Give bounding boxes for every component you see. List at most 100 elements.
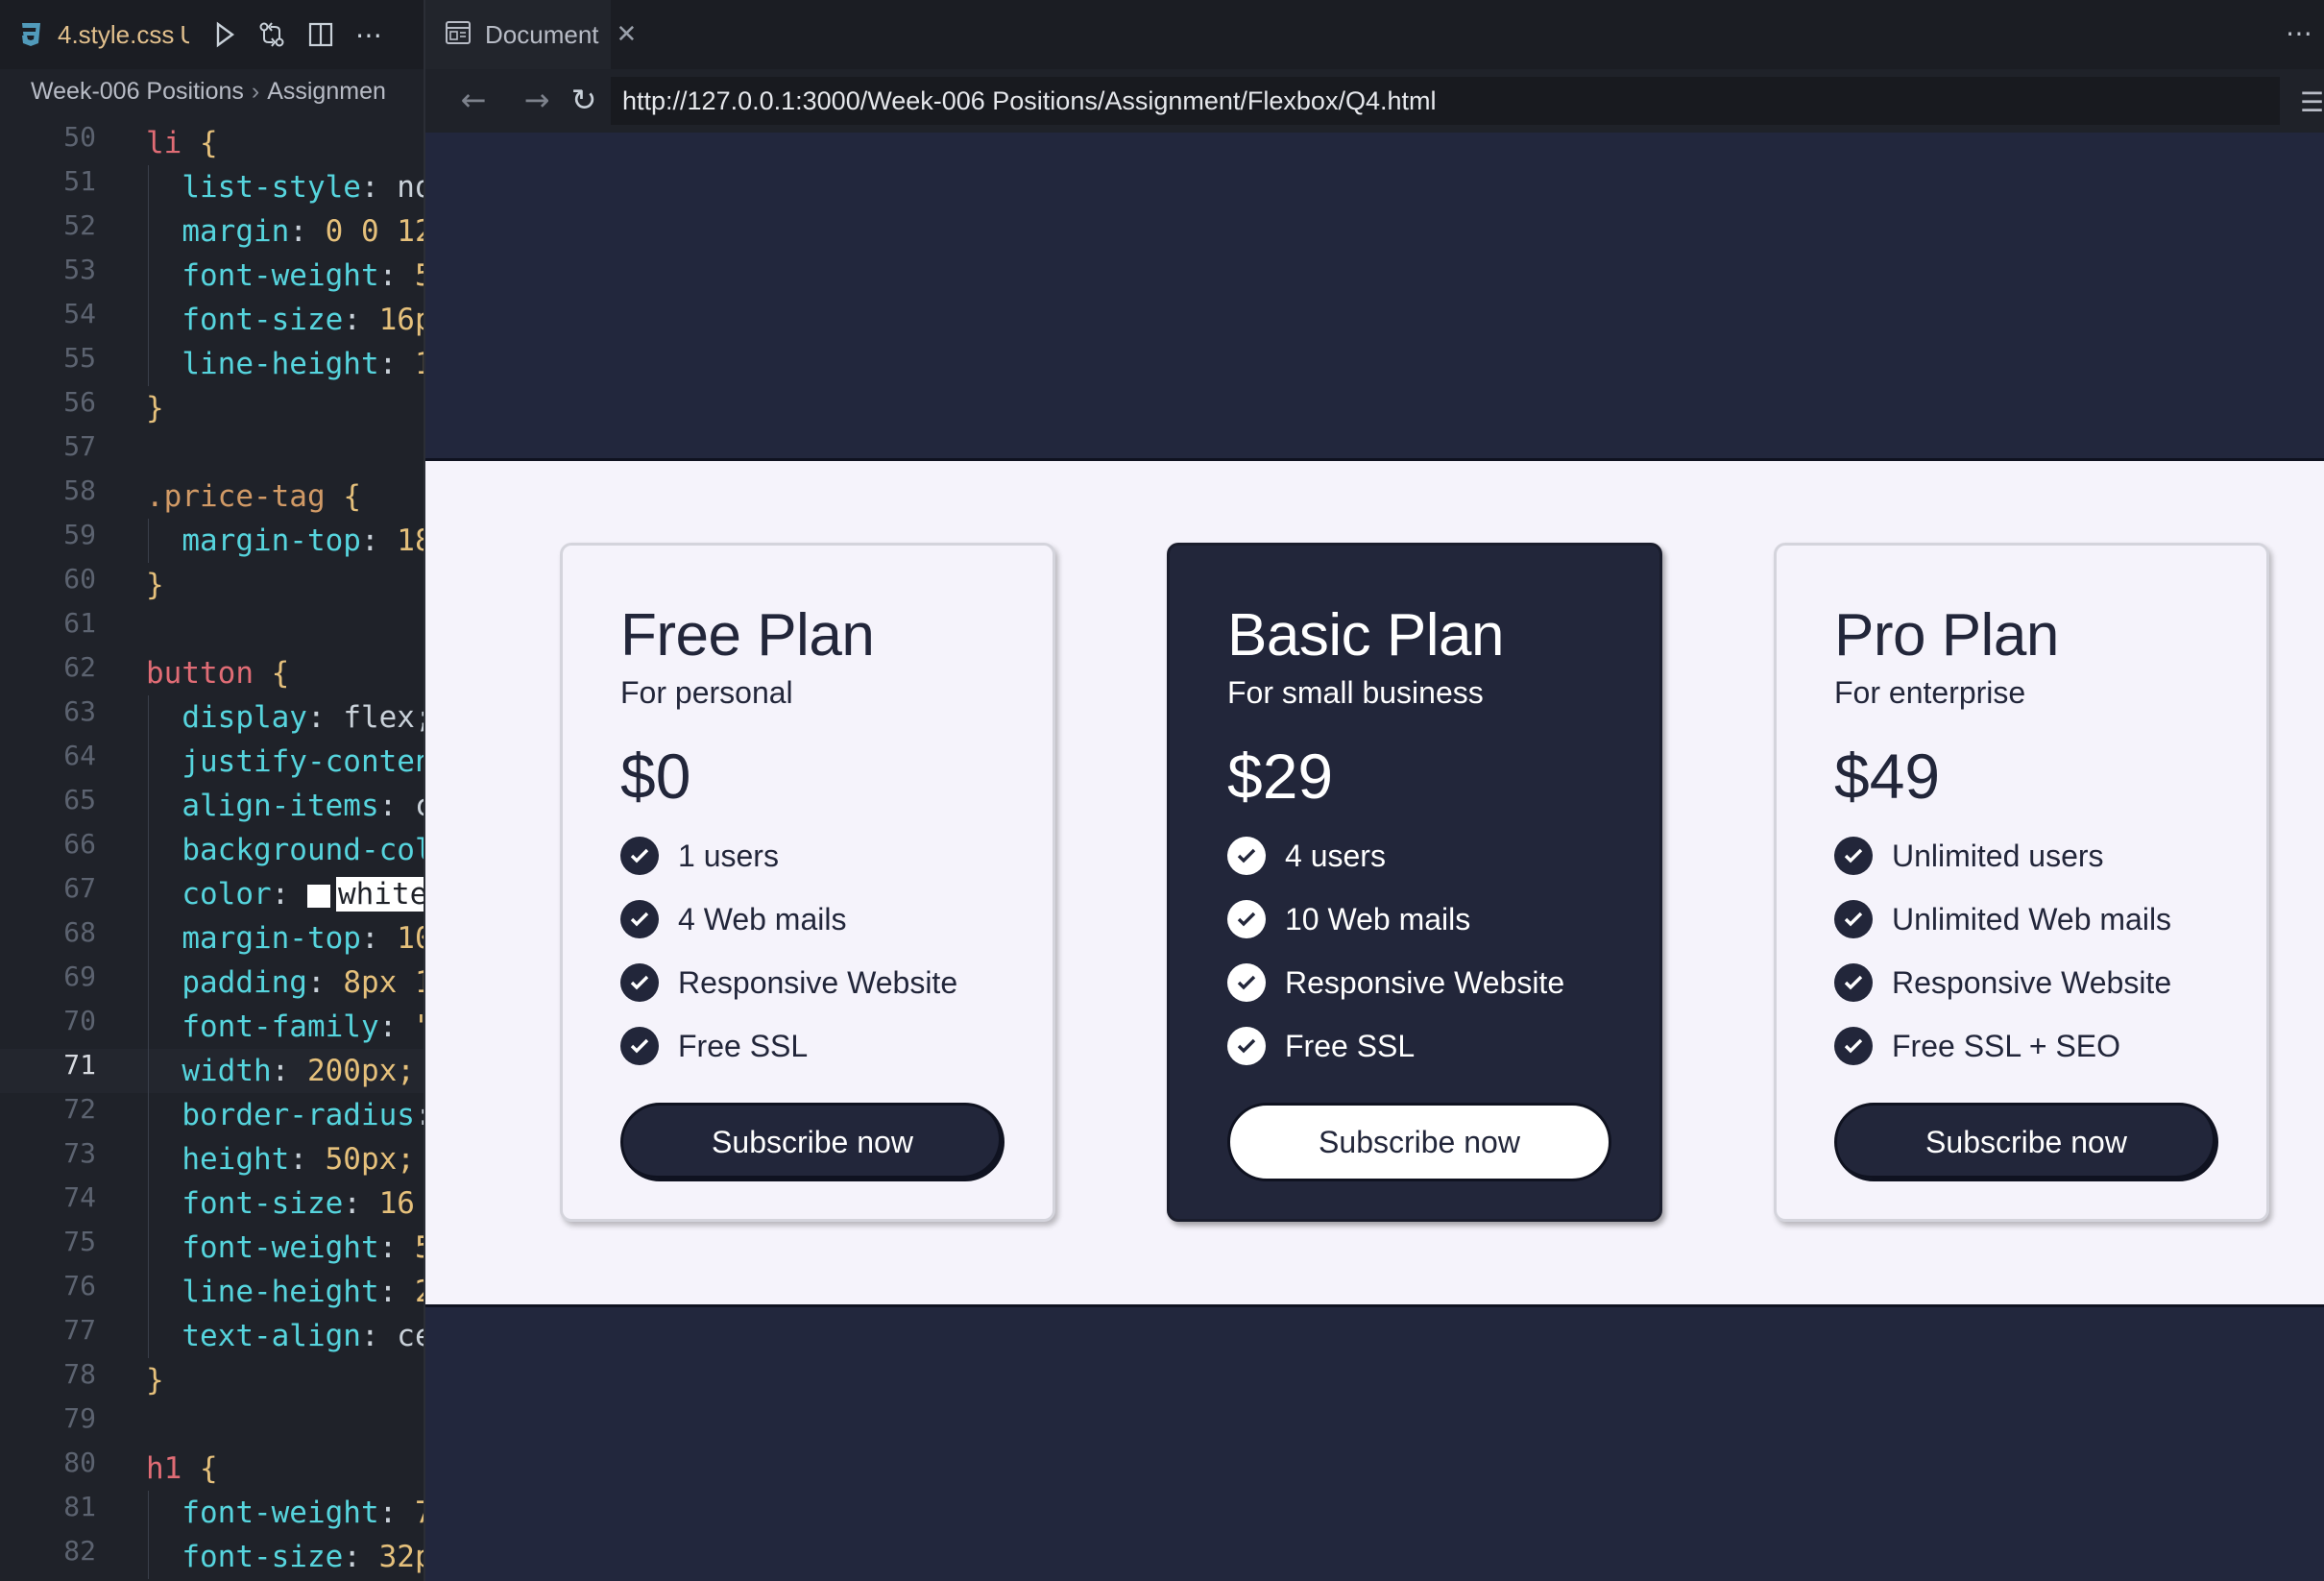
code-line: 63 display: flex; (0, 695, 425, 740)
breadcrumb-item[interactable]: Week-006 Positions (31, 78, 244, 106)
price-tag: $0 (620, 741, 691, 812)
check-circle-icon (1834, 900, 1873, 938)
breadcrumb-item[interactable]: Assignmen (267, 78, 386, 106)
check-circle-icon (620, 900, 659, 938)
check-circle-icon (1227, 837, 1266, 875)
close-icon[interactable]: ✕ (617, 20, 638, 49)
code-line: 64 justify-conten (0, 740, 425, 784)
code-line: 76 line-height: 2 (0, 1270, 425, 1314)
code-line: 68 margin-top: 10 (0, 916, 425, 961)
reload-icon[interactable]: ↻ (563, 79, 605, 121)
check-circle-icon (620, 963, 659, 1002)
chevron-right-icon: › (251, 77, 260, 105)
plan-title: Basic Plan (1227, 602, 1504, 669)
split-editor-icon[interactable] (307, 21, 334, 48)
url-input[interactable]: http://127.0.0.1:3000/Week-006 Positions… (611, 77, 2280, 125)
code-line: 79 (63, 1402, 96, 1434)
code-line: 77 text-align: ce (0, 1314, 425, 1358)
code-line: 61 (63, 607, 96, 639)
subscribe-button[interactable]: Subscribe now (620, 1103, 1005, 1181)
code-line: 74 font-size: 16 (0, 1181, 425, 1226)
feature-item: 4 Web mails (620, 888, 995, 951)
check-circle-icon (1227, 1027, 1266, 1065)
plan-card-basic: Basic Plan For small business $29 4 user… (1167, 543, 1662, 1222)
modified-indicator: U (180, 19, 190, 49)
check-circle-icon (1227, 963, 1266, 1002)
editor-tab-label: 4.style.css (58, 19, 175, 49)
code-line: 50 li { (63, 121, 218, 160)
editor-tab-bar: 4.style.css U ⋯ (0, 0, 425, 69)
check-circle-icon (620, 1027, 659, 1065)
menu-icon[interactable]: ☰ (2300, 86, 2324, 118)
subscribe-button[interactable]: Subscribe now (1227, 1103, 1611, 1181)
plan-card-free: Free Plan For personal $0 1 users 4 Web … (560, 543, 1055, 1222)
breadcrumb: Week-006 Positions › Assignmen (31, 69, 386, 113)
check-circle-icon (1834, 1027, 1873, 1065)
subscribe-button[interactable]: Subscribe now (1834, 1103, 2218, 1181)
code-line: 58 .price-tag { (63, 474, 361, 514)
code-line-active: 71 width: 200px; (0, 1049, 425, 1093)
plan-subtitle: For small business (1227, 675, 1484, 710)
code-line: 62 button { (63, 651, 290, 691)
code-line: 57 (63, 430, 96, 462)
browser-tab-label: Document (485, 19, 599, 49)
feature-item: Free SSL (620, 1014, 995, 1078)
plan-title: Free Plan (620, 602, 875, 669)
feature-item: Responsive Website (1227, 951, 1602, 1014)
code-line: 80 h1 { (63, 1447, 218, 1486)
more-actions-icon[interactable]: ⋯ (355, 19, 382, 51)
feature-item: 1 users (620, 824, 995, 888)
check-circle-icon (620, 837, 659, 875)
code-area[interactable]: 50 li { 51 list-style: no 52 margin: 0 0 … (0, 121, 425, 1579)
feature-item: 4 users (1227, 824, 1602, 888)
code-line: 67 color: white (0, 872, 425, 916)
code-line: 51 list-style: no (0, 165, 425, 209)
code-line: 69 padding: 8px 1 (0, 961, 425, 1005)
page-viewport: Free Plan For personal $0 1 users 4 Web … (425, 133, 2324, 1581)
code-line: 82 font-size: 32p (0, 1535, 425, 1579)
browser-page-icon (445, 20, 472, 49)
code-line: 65 align-items: c (0, 784, 425, 828)
code-line: 59 margin-top: 18 (0, 519, 425, 563)
check-circle-icon (1227, 900, 1266, 938)
check-circle-icon (1834, 837, 1873, 875)
code-editor: 4.style.css U ⋯ Week-006 Positions › Ass… (0, 0, 425, 1581)
feature-item: Unlimited Web mails (1834, 888, 2209, 951)
forward-arrow-icon[interactable]: → (516, 79, 558, 121)
price-tag: $49 (1834, 741, 1941, 812)
code-line: 75 font-weight: 5 (0, 1226, 425, 1270)
price-tag: $29 (1227, 741, 1334, 812)
plan-subtitle: For personal (620, 675, 793, 710)
feature-list: 1 users 4 Web mails Responsive Website F… (620, 824, 995, 1078)
code-line: 70 font-family: " (0, 1005, 425, 1049)
code-line: 56} (63, 386, 164, 426)
feature-item: Responsive Website (1834, 951, 2209, 1014)
feature-item: Free SSL (1227, 1014, 1602, 1078)
color-swatch[interactable] (306, 884, 330, 908)
back-arrow-icon[interactable]: ← (452, 79, 495, 121)
editor-actions: ⋯ (213, 0, 382, 69)
feature-item: Responsive Website (620, 951, 995, 1014)
code-line: 60} (63, 563, 164, 602)
git-compare-icon[interactable] (257, 20, 286, 49)
code-line: 55 line-height: 1 (0, 342, 425, 386)
code-line: 53 font-weight: 5 (0, 254, 425, 298)
feature-item: Free SSL + SEO (1834, 1014, 2209, 1078)
browser-tab-bar: Document ✕ ⋯ (425, 0, 2324, 69)
check-circle-icon (1834, 963, 1873, 1002)
run-icon[interactable] (213, 21, 236, 48)
code-line: 66 background-col (0, 828, 425, 872)
feature-item: Unlimited users (1834, 824, 2209, 888)
browser-nav-bar: ← → ↻ http://127.0.0.1:3000/Week-006 Pos… (425, 69, 2324, 133)
code-line: 73 height: 50px; (0, 1137, 425, 1181)
browser-tab-document[interactable]: Document ✕ (425, 0, 637, 69)
more-actions-icon[interactable]: ⋯ (2286, 17, 2312, 49)
feature-item: 10 Web mails (1227, 888, 1602, 951)
css-file-icon (19, 20, 44, 49)
plan-card-pro: Pro Plan For enterprise $49 Unlimited us… (1774, 543, 2269, 1222)
feature-list: Unlimited users Unlimited Web mails Resp… (1834, 824, 2209, 1078)
code-line: 52 margin: 0 0 12 (0, 209, 425, 254)
code-line: 54 font-size: 16p (0, 298, 425, 342)
plan-title: Pro Plan (1834, 602, 2059, 669)
editor-tab-style-css[interactable]: 4.style.css U (0, 0, 189, 69)
